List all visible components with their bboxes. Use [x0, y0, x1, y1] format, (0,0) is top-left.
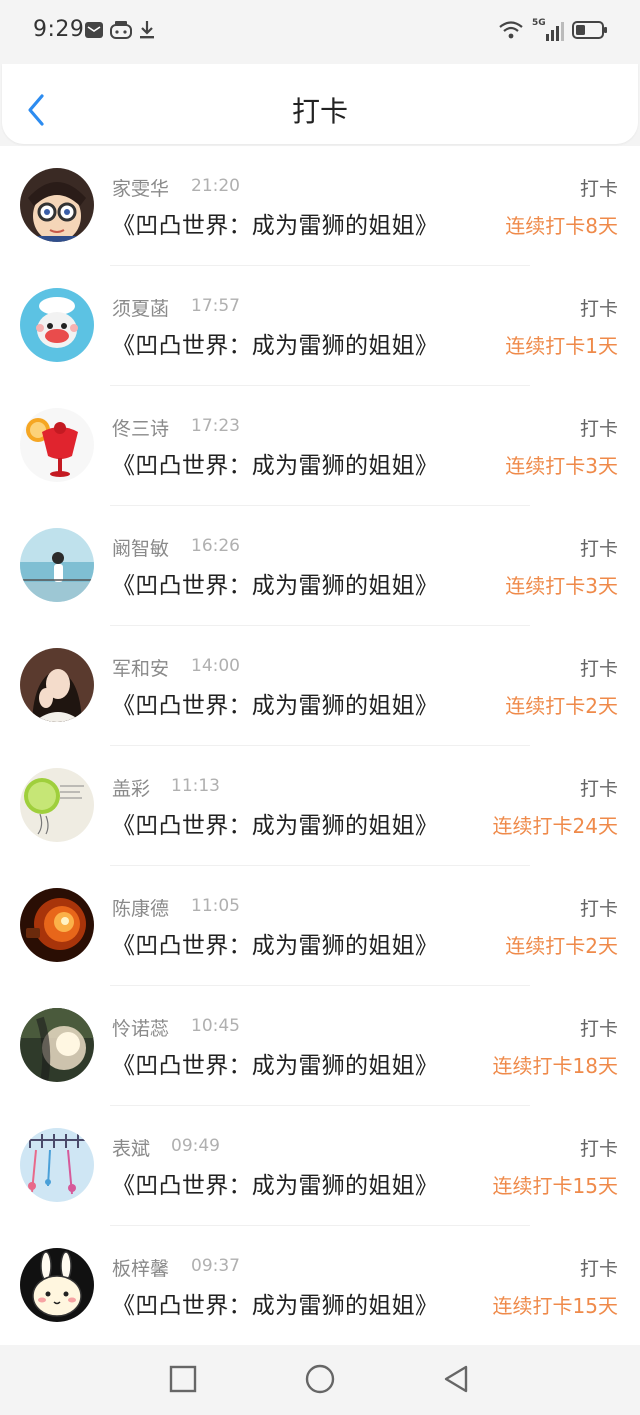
mail-icon	[84, 20, 104, 44]
home-button[interactable]	[304, 1363, 336, 1395]
avatar	[20, 648, 94, 722]
book-title: 《凹凸世界：成为雷狮的姐姐》	[112, 453, 439, 479]
checkin-label: 打卡	[579, 298, 618, 320]
list-item[interactable]: 军和安 14:00 《凹凸世界：成为雷狮的姐姐》 打卡 连续打卡2天	[0, 626, 640, 746]
list-item[interactable]: 家雯华 21:20 《凹凸世界：成为雷狮的姐姐》 打卡 连续打卡8天	[0, 146, 640, 266]
user-name: 怜诺蕊	[112, 1018, 170, 1040]
recent-apps-button[interactable]	[167, 1363, 199, 1395]
checkin-label: 打卡	[579, 898, 618, 920]
book-title: 《凹凸世界：成为雷狮的姐姐》	[112, 333, 439, 359]
checkin-label: 打卡	[579, 1258, 618, 1280]
notification-icons	[84, 20, 156, 44]
checkin-label: 打卡	[579, 1018, 618, 1040]
user-name: 表斌	[112, 1138, 151, 1160]
header: 打卡	[0, 64, 640, 146]
checkin-label: 打卡	[579, 658, 618, 680]
wifi-icon	[498, 20, 524, 44]
streak-count: 连续打卡18天	[492, 1054, 618, 1078]
streak-count: 连续打卡2天	[505, 934, 618, 958]
user-name: 须夏菡	[112, 298, 170, 320]
user-name: 陈康德	[112, 898, 170, 920]
list-item[interactable]: 阚智敏 16:26 《凹凸世界：成为雷狮的姐姐》 打卡 连续打卡3天	[0, 506, 640, 626]
avatar	[20, 288, 94, 362]
checkin-time: 11:13	[171, 776, 220, 796]
user-name: 板梓馨	[112, 1258, 170, 1280]
download-icon	[138, 20, 156, 44]
checkin-time: 11:05	[191, 896, 240, 916]
avatar	[20, 768, 94, 842]
book-title: 《凹凸世界：成为雷狮的姐姐》	[112, 693, 439, 719]
book-title: 《凹凸世界：成为雷狮的姐姐》	[112, 573, 439, 599]
streak-count: 连续打卡24天	[492, 814, 618, 838]
checkin-label: 打卡	[579, 178, 618, 200]
streak-count: 连续打卡15天	[492, 1294, 618, 1318]
avatar	[20, 888, 94, 962]
avatar	[20, 408, 94, 482]
user-name: 军和安	[112, 658, 170, 680]
user-name: 佟三诗	[112, 418, 170, 440]
user-name: 盖彩	[112, 778, 151, 800]
streak-count: 连续打卡3天	[505, 454, 618, 478]
checkin-time: 16:26	[191, 536, 240, 556]
book-title: 《凹凸世界：成为雷狮的姐姐》	[112, 1173, 439, 1199]
checkin-list: 家雯华 21:20 《凹凸世界：成为雷狮的姐姐》 打卡 连续打卡8天 须夏菡 1…	[0, 146, 640, 1346]
streak-count: 连续打卡2天	[505, 694, 618, 718]
system-back-button[interactable]	[440, 1363, 472, 1395]
checkin-time: 21:20	[191, 176, 240, 196]
book-title: 《凹凸世界：成为雷狮的姐姐》	[112, 813, 439, 839]
page-title: 打卡	[291, 95, 348, 128]
checkin-time: 14:00	[191, 656, 240, 676]
checkin-time: 10:45	[191, 1016, 240, 1036]
list-item[interactable]: 表斌 09:49 《凹凸世界：成为雷狮的姐姐》 打卡 连续打卡15天	[0, 1106, 640, 1226]
avatar	[20, 1248, 94, 1322]
list-item[interactable]: 陈康德 11:05 《凹凸世界：成为雷狮的姐姐》 打卡 连续打卡2天	[0, 866, 640, 986]
user-name: 阚智敏	[112, 538, 170, 560]
avatar	[20, 528, 94, 602]
checkin-label: 打卡	[579, 778, 618, 800]
triangle-back-icon	[444, 1365, 468, 1393]
streak-count: 连续打卡1天	[505, 334, 618, 358]
navigation-bar	[0, 1345, 640, 1415]
screen: 9:29 5G 打卡 家雯华 21:20 《凹凸世界：成为雷狮的姐姐》 打卡 连…	[0, 0, 640, 1415]
streak-count: 连续打卡15天	[492, 1174, 618, 1198]
avatar	[20, 1008, 94, 1082]
checkin-label: 打卡	[579, 538, 618, 560]
list-item[interactable]: 板梓馨 09:37 《凹凸世界：成为雷狮的姐姐》 打卡 连续打卡15天	[0, 1226, 640, 1346]
signal-icon: 5G	[532, 18, 564, 43]
list-item[interactable]: 盖彩 11:13 《凹凸世界：成为雷狮的姐姐》 打卡 连续打卡24天	[0, 746, 640, 866]
avatar	[20, 168, 94, 242]
list-item[interactable]: 怜诺蕊 10:45 《凹凸世界：成为雷狮的姐姐》 打卡 连续打卡18天	[0, 986, 640, 1106]
avatar	[20, 1128, 94, 1202]
list-item[interactable]: 须夏菡 17:57 《凹凸世界：成为雷狮的姐姐》 打卡 连续打卡1天	[0, 266, 640, 386]
battery-icon	[572, 20, 608, 44]
book-title: 《凹凸世界：成为雷狮的姐姐》	[112, 1053, 439, 1079]
book-title: 《凹凸世界：成为雷狮的姐姐》	[112, 1293, 439, 1319]
checkin-time: 09:37	[191, 1256, 240, 1276]
square-icon	[169, 1365, 197, 1393]
circle-icon	[305, 1364, 335, 1394]
status-bar: 9:29 5G	[0, 0, 640, 64]
list-item[interactable]: 佟三诗 17:23 《凹凸世界：成为雷狮的姐姐》 打卡 连续打卡3天	[0, 386, 640, 506]
streak-count: 连续打卡8天	[505, 214, 618, 238]
status-time: 9:29	[33, 17, 85, 42]
checkin-label: 打卡	[579, 1138, 618, 1160]
gamepad-icon	[110, 20, 132, 44]
checkin-label: 打卡	[579, 418, 618, 440]
checkin-time: 17:57	[191, 296, 240, 316]
checkin-time: 17:23	[191, 416, 240, 436]
streak-count: 连续打卡3天	[505, 574, 618, 598]
user-name: 家雯华	[112, 178, 170, 200]
system-icons: 5G	[498, 18, 608, 44]
book-title: 《凹凸世界：成为雷狮的姐姐》	[112, 933, 439, 959]
header-card: 打卡	[2, 64, 638, 144]
book-title: 《凹凸世界：成为雷狮的姐姐》	[112, 213, 439, 239]
checkin-time: 09:49	[171, 1136, 220, 1156]
